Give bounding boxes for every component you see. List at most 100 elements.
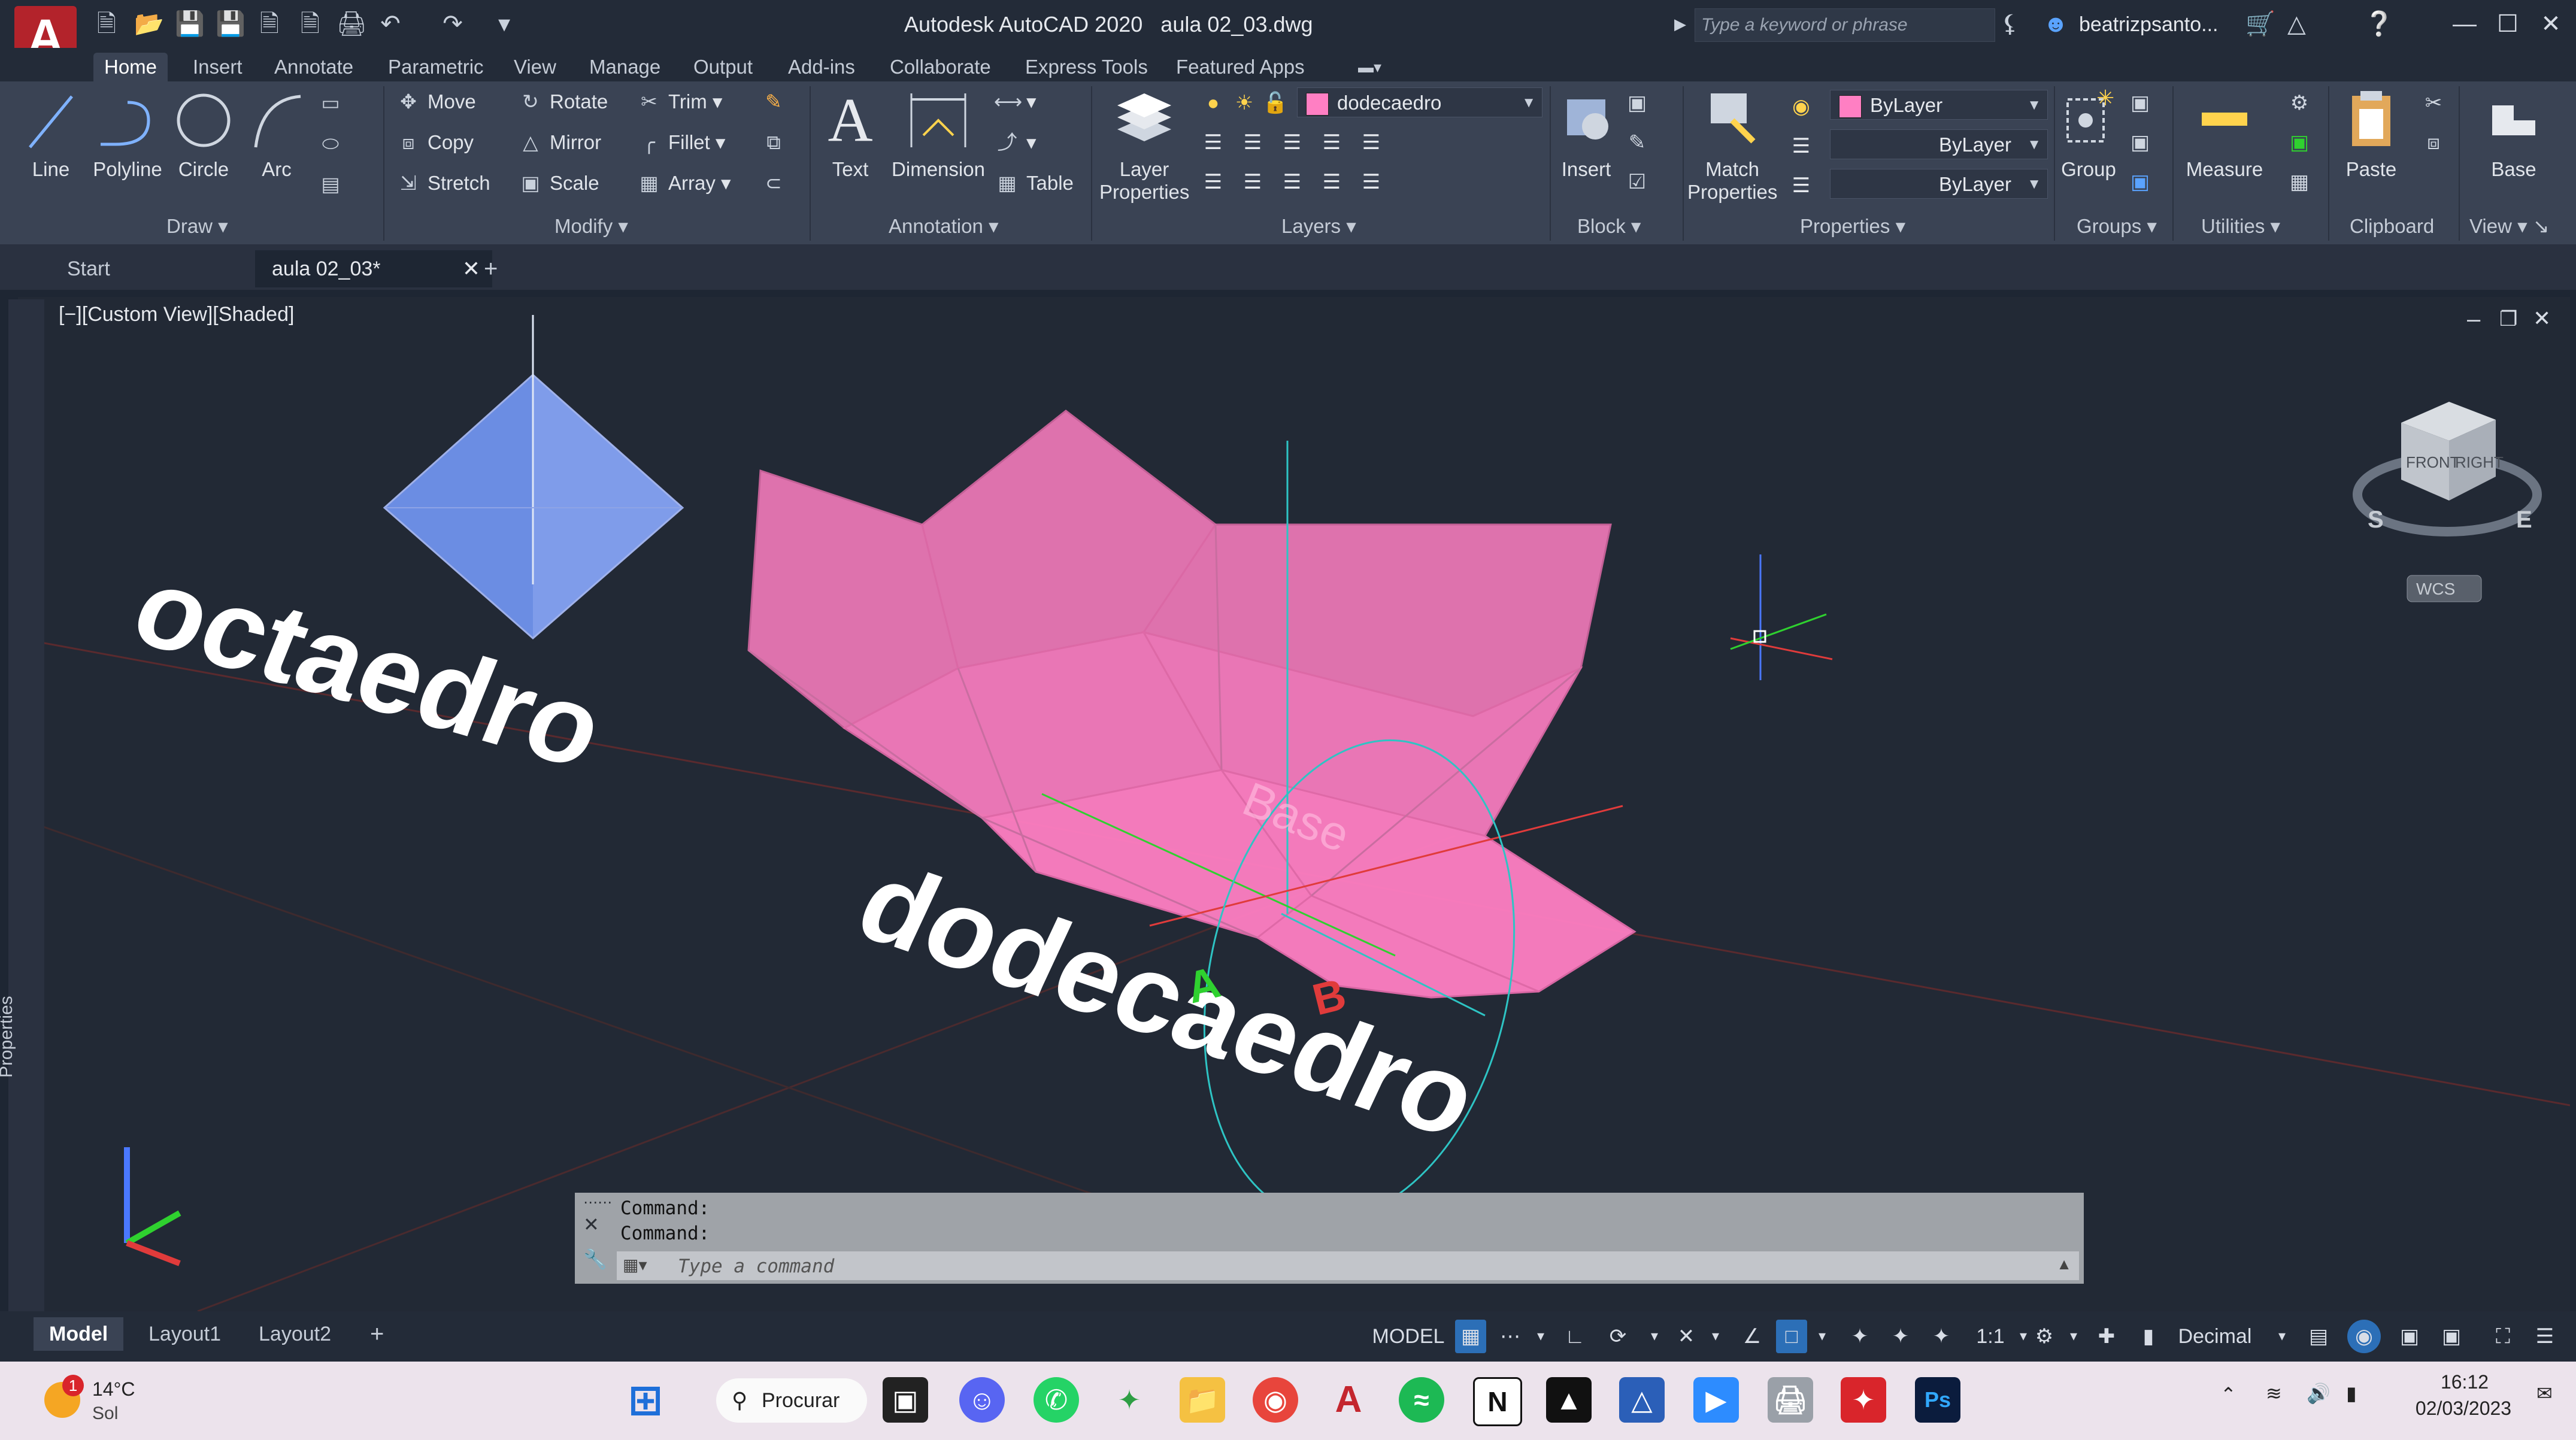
line-button[interactable]: Line	[24, 87, 78, 181]
autocad-taskbar-icon[interactable]: A	[1326, 1377, 1371, 1423]
polyline-button[interactable]: Polyline	[89, 87, 166, 181]
auto-scale-icon[interactable]: ✦	[1885, 1320, 1916, 1353]
viewcube[interactable]: FRONT RIGHT S E	[2353, 402, 2542, 536]
workspace-gear-icon[interactable]: ⚙	[2026, 1320, 2062, 1353]
redo-icon[interactable]: ↷	[440, 11, 466, 37]
octahedron-solid[interactable]	[383, 315, 684, 639]
task-view-icon[interactable]: ▣	[883, 1377, 928, 1423]
fillet-button[interactable]: ╭ Fillet ▾	[636, 126, 725, 159]
tab-options-icon[interactable]: ▬▾	[1347, 53, 1392, 81]
ortho-icon[interactable]: ∟	[1559, 1320, 1590, 1353]
tab-layout2[interactable]: Layout2	[243, 1317, 347, 1351]
windows-start-icon[interactable]: ⊞	[623, 1377, 668, 1423]
annotation-monitor-icon[interactable]: ✚	[2091, 1320, 2122, 1353]
tab-express-tools[interactable]: Express Tools	[1014, 53, 1159, 81]
group-edit-icon[interactable]: ▣	[2127, 129, 2153, 156]
help-search-box[interactable]	[1695, 8, 1995, 42]
ungroup-icon[interactable]: ▣	[2127, 90, 2153, 116]
linetype-dropdown[interactable]: ByLayer ▼	[1830, 129, 2048, 159]
calculator-icon[interactable]: ▦	[2286, 169, 2313, 195]
create-block-icon[interactable]: ▣	[1624, 90, 1650, 116]
grip-icon[interactable]: ⋯⋯	[583, 1194, 612, 1211]
viewport-close-icon[interactable]: ✕	[2533, 306, 2551, 331]
fullscreen-icon[interactable]: ⛶	[2486, 1320, 2520, 1353]
whatsapp-icon[interactable]: ✆	[1034, 1377, 1079, 1423]
notion-icon[interactable]: N	[1473, 1377, 1522, 1426]
undo-icon[interactable]: ↶	[377, 11, 404, 37]
compass-s-label[interactable]: S	[2368, 507, 2384, 533]
color-dropdown[interactable]: ByLayer ▼	[1830, 90, 2048, 120]
wcs-menu[interactable]: WCS	[2407, 575, 2482, 602]
recent-commands-icon[interactable]: ▦▾	[623, 1255, 647, 1275]
units-icon[interactable]: ▮	[2136, 1320, 2160, 1353]
polar-icon[interactable]: ⟳	[1602, 1320, 1634, 1353]
block-panel-title[interactable]: Block ▾	[1577, 214, 1641, 238]
groups-panel-title[interactable]: Groups ▾	[2077, 214, 2157, 238]
new-icon[interactable]: 🗎	[93, 11, 120, 37]
quick-select-icon[interactable]: ⚙	[2286, 90, 2313, 116]
maximize-button[interactable]: ☐	[2486, 5, 2529, 43]
discord-icon[interactable]: ☺	[959, 1377, 1005, 1423]
tab-annotate[interactable]: Annotate	[263, 53, 364, 81]
close-command-line-icon[interactable]: ✕	[583, 1213, 599, 1236]
group-select-icon[interactable]: ▣	[2127, 169, 2153, 195]
maps-icon[interactable]: ✦	[1107, 1377, 1152, 1423]
acrobat-icon[interactable]: ✦	[1841, 1377, 1886, 1423]
inkscape-icon[interactable]: ▲	[1546, 1377, 1592, 1423]
printer-icon[interactable]: 🖨	[1768, 1377, 1813, 1423]
search-expand-icon[interactable]: ▶	[1674, 11, 1686, 37]
tab-home[interactable]: Home	[93, 53, 168, 81]
view-panel-title[interactable]: View ▾ ↘	[2469, 214, 2550, 238]
iso-dropdown-icon[interactable]: ▾	[1707, 1320, 1725, 1353]
tab-insert[interactable]: Insert	[182, 53, 253, 81]
customize-qat-icon[interactable]: ▾	[491, 11, 517, 37]
layer-properties-button[interactable]: Layer Properties	[1099, 87, 1189, 204]
new-tab-button[interactable]: +	[467, 250, 514, 287]
clock-date[interactable]: 02/03/2023	[2398, 1397, 2529, 1420]
tab-layout1[interactable]: Layout1	[133, 1317, 237, 1351]
help-search-input[interactable]	[1695, 9, 1990, 41]
layer-tool-icon[interactable]: ☰	[1319, 129, 1345, 156]
rectangle-icon[interactable]: ▭	[317, 86, 350, 120]
viewcube-front-label[interactable]: FRONT	[2406, 453, 2460, 471]
chrome-icon[interactable]: ◉	[1253, 1377, 1298, 1423]
tab-collaborate[interactable]: Collaborate	[879, 53, 1002, 81]
drawing-viewport[interactable]: octaedro dodecaedro Base A B FRONT RIGHT…	[18, 297, 2570, 1311]
open-web-icon[interactable]: 🗎	[256, 11, 283, 37]
tab-featured-apps[interactable]: Featured Apps	[1165, 53, 1316, 81]
layer-tool-icon[interactable]: ☰	[1319, 169, 1345, 195]
isolate-objects-icon[interactable]: ◉	[2347, 1320, 2381, 1353]
tab-add-ins[interactable]: Add-ins	[777, 53, 866, 81]
open-icon[interactable]: 📂	[134, 11, 164, 37]
layer-tool-icon[interactable]: ☰	[1239, 169, 1266, 195]
snap-icon[interactable]: ⋯	[1495, 1320, 1526, 1353]
draw-panel-title[interactable]: Draw ▾	[166, 214, 228, 238]
edit-block-icon[interactable]: ✎	[1624, 129, 1650, 156]
paste-button[interactable]: Paste	[2335, 87, 2407, 181]
tab-parametric[interactable]: Parametric	[377, 53, 495, 81]
lineweight-dropdown[interactable]: ByLayer ▼	[1830, 169, 2048, 199]
id-point-icon[interactable]: ▣	[2286, 129, 2313, 156]
properties-palette-label[interactable]: Properties	[0, 996, 17, 1078]
osnap-dropdown-icon[interactable]: ▾	[1813, 1320, 1831, 1353]
scale-button[interactable]: ▣ Scale	[517, 166, 599, 200]
binoculars-icon[interactable]: ⚸	[2001, 11, 2019, 37]
copy-button[interactable]: ⧈ Copy	[395, 126, 474, 159]
annotation-panel-title[interactable]: Annotation ▾	[889, 214, 999, 238]
compass-e-label[interactable]: E	[2516, 507, 2532, 533]
annotation-scale-value[interactable]: 1:1	[1966, 1320, 2014, 1353]
clock-time[interactable]: 16:12	[2417, 1371, 2513, 1393]
isodraft-icon[interactable]: ✕	[1671, 1320, 1702, 1353]
stretch-button[interactable]: ⇲ Stretch	[395, 166, 490, 200]
layer-tool-icon[interactable]: ☰	[1200, 129, 1226, 156]
layer-tool-icon[interactable]: ☰	[1358, 129, 1384, 156]
mirror-button[interactable]: △ Mirror	[517, 126, 601, 159]
layer-dropdown[interactable]: dodecaedro ▼	[1297, 87, 1542, 117]
measure-button[interactable]: Measure	[2180, 87, 2269, 181]
circle-button[interactable]: Circle	[174, 87, 234, 181]
save-web-icon[interactable]: 🗎	[297, 11, 323, 37]
dimension-button[interactable]: Dimension	[887, 87, 989, 181]
modify-panel-title[interactable]: Modify ▾	[554, 214, 628, 238]
layer-tool-icon[interactable]: ☰	[1239, 129, 1266, 156]
file-explorer-icon[interactable]: 📁	[1180, 1377, 1225, 1423]
